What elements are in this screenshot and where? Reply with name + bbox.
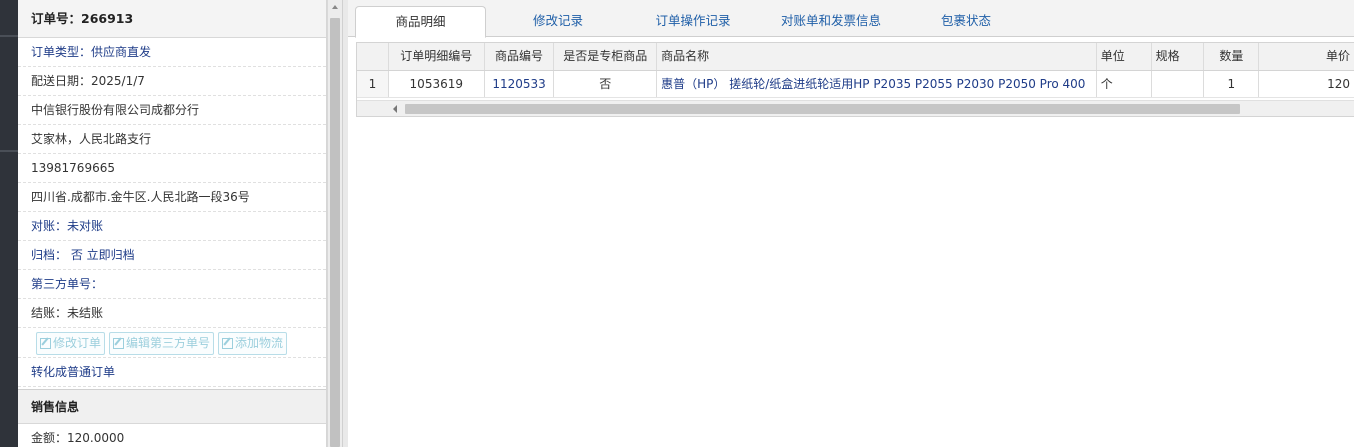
left-dark-strip — [0, 0, 18, 447]
settlement-status: 结账：未结账 — [18, 299, 326, 328]
table-header: 订单明细编号 商品编号 是否是专柜商品 商品名称 单位 规格 数量 单价 — [357, 43, 1354, 71]
scroll-up-arrow-icon[interactable] — [328, 0, 343, 14]
tab-bar: 商品明细 修改记录 订单操作记录 对账单和发票信息 包裹状态 — [348, 0, 1354, 38]
table-horizontal-scrollbar[interactable] — [357, 100, 1354, 116]
convert-normal-order-link[interactable]: 转化成普通订单 — [18, 358, 326, 387]
order-type: 订单类型：供应商直发 — [18, 38, 326, 67]
header-sku[interactable]: 商品编号 — [485, 43, 555, 70]
third-party-number: 第三方单号： — [18, 270, 326, 299]
header-unit[interactable]: 单位 — [1097, 43, 1152, 70]
strip-marker — [0, 35, 18, 37]
sales-info-header: 销售信息 — [18, 389, 326, 424]
table-row[interactable]: 1 1053619 1120533 否 惠普（HP） 搓纸轮/纸盒进纸轮适用HP… — [357, 71, 1354, 98]
delivery-date: 配送日期：2025/1/7 — [18, 67, 326, 96]
delivery-address: 四川省.成都市.金牛区.人民北路一段36号 — [18, 183, 326, 212]
header-spec[interactable]: 规格 — [1152, 43, 1205, 70]
tab-order-operation-log[interactable]: 订单操作记录 — [633, 6, 753, 37]
unit-cell: 个 — [1097, 71, 1152, 97]
horizontal-scroll-thumb[interactable] — [405, 104, 1240, 114]
contact-info: 艾家林，人民北路支行 — [18, 125, 326, 154]
tab-reconcile-invoice[interactable]: 对账单和发票信息 — [766, 6, 896, 37]
scroll-left-arrow-icon[interactable] — [393, 105, 397, 113]
add-logistics-label: 添加物流 — [235, 336, 284, 350]
strip-marker — [0, 150, 18, 152]
sku-cell[interactable]: 1120533 — [485, 71, 555, 97]
sales-amount: 金额：120.0000 — [18, 424, 326, 447]
order-number: 订单号：266913 — [18, 0, 326, 38]
header-qty[interactable]: 数量 — [1204, 43, 1260, 70]
edit-icon — [40, 338, 51, 349]
header-detail-no[interactable]: 订单明细编号 — [389, 43, 485, 70]
header-index — [357, 43, 389, 70]
qty-cell: 1 — [1204, 71, 1260, 97]
order-action-buttons: 修改订单 编辑第三方单号 添加物流 — [18, 328, 326, 358]
is-counter-cell: 否 — [554, 71, 658, 97]
tab-product-details[interactable]: 商品明细 — [355, 6, 486, 38]
edit-icon — [113, 338, 125, 349]
header-product-name[interactable]: 商品名称 — [657, 43, 1097, 70]
panel-scrollbar[interactable] — [327, 0, 342, 447]
edit-third-party-button[interactable]: 编辑第三方单号 — [109, 332, 215, 355]
customer-name: 中信银行股份有限公司成都分行 — [18, 96, 326, 125]
spec-cell — [1152, 71, 1205, 97]
add-logistics-button[interactable]: 添加物流 — [218, 332, 288, 355]
row-index: 1 — [357, 71, 389, 97]
reconcile-status: 对账：未对账 — [18, 212, 326, 241]
header-is-counter[interactable]: 是否是专柜商品 — [554, 43, 658, 70]
product-name-cell[interactable]: 惠普（HP） 搓纸轮/纸盒进纸轮适用HP P2035 P2055 P2030 P… — [657, 71, 1097, 97]
tab-package-status[interactable]: 包裹状态 — [913, 6, 1019, 37]
scrollbar-thumb[interactable] — [330, 18, 340, 447]
edit-order-label: 修改订单 — [53, 336, 102, 350]
order-detail-area: 商品明细 修改记录 订单操作记录 对账单和发票信息 包裹状态 订单明细编号 商品… — [348, 0, 1354, 447]
edit-icon — [222, 338, 234, 349]
phone-number: 13981769665 — [18, 154, 326, 183]
archive-status[interactable]: 归档： 否 立即归档 — [18, 241, 326, 270]
edit-third-party-label: 编辑第三方单号 — [126, 336, 211, 350]
order-info-panel: 订单号：266913 订单类型：供应商直发 配送日期：2025/1/7 中信银行… — [18, 0, 327, 447]
header-price[interactable]: 单价 — [1259, 43, 1354, 70]
product-table: 订单明细编号 商品编号 是否是专柜商品 商品名称 单位 规格 数量 单价 1 1… — [356, 42, 1354, 117]
detail-no-cell: 1053619 — [389, 71, 485, 97]
edit-order-button[interactable]: 修改订单 — [36, 332, 106, 355]
tab-modification-log[interactable]: 修改记录 — [498, 6, 618, 37]
price-cell: 120 — [1327, 77, 1350, 91]
